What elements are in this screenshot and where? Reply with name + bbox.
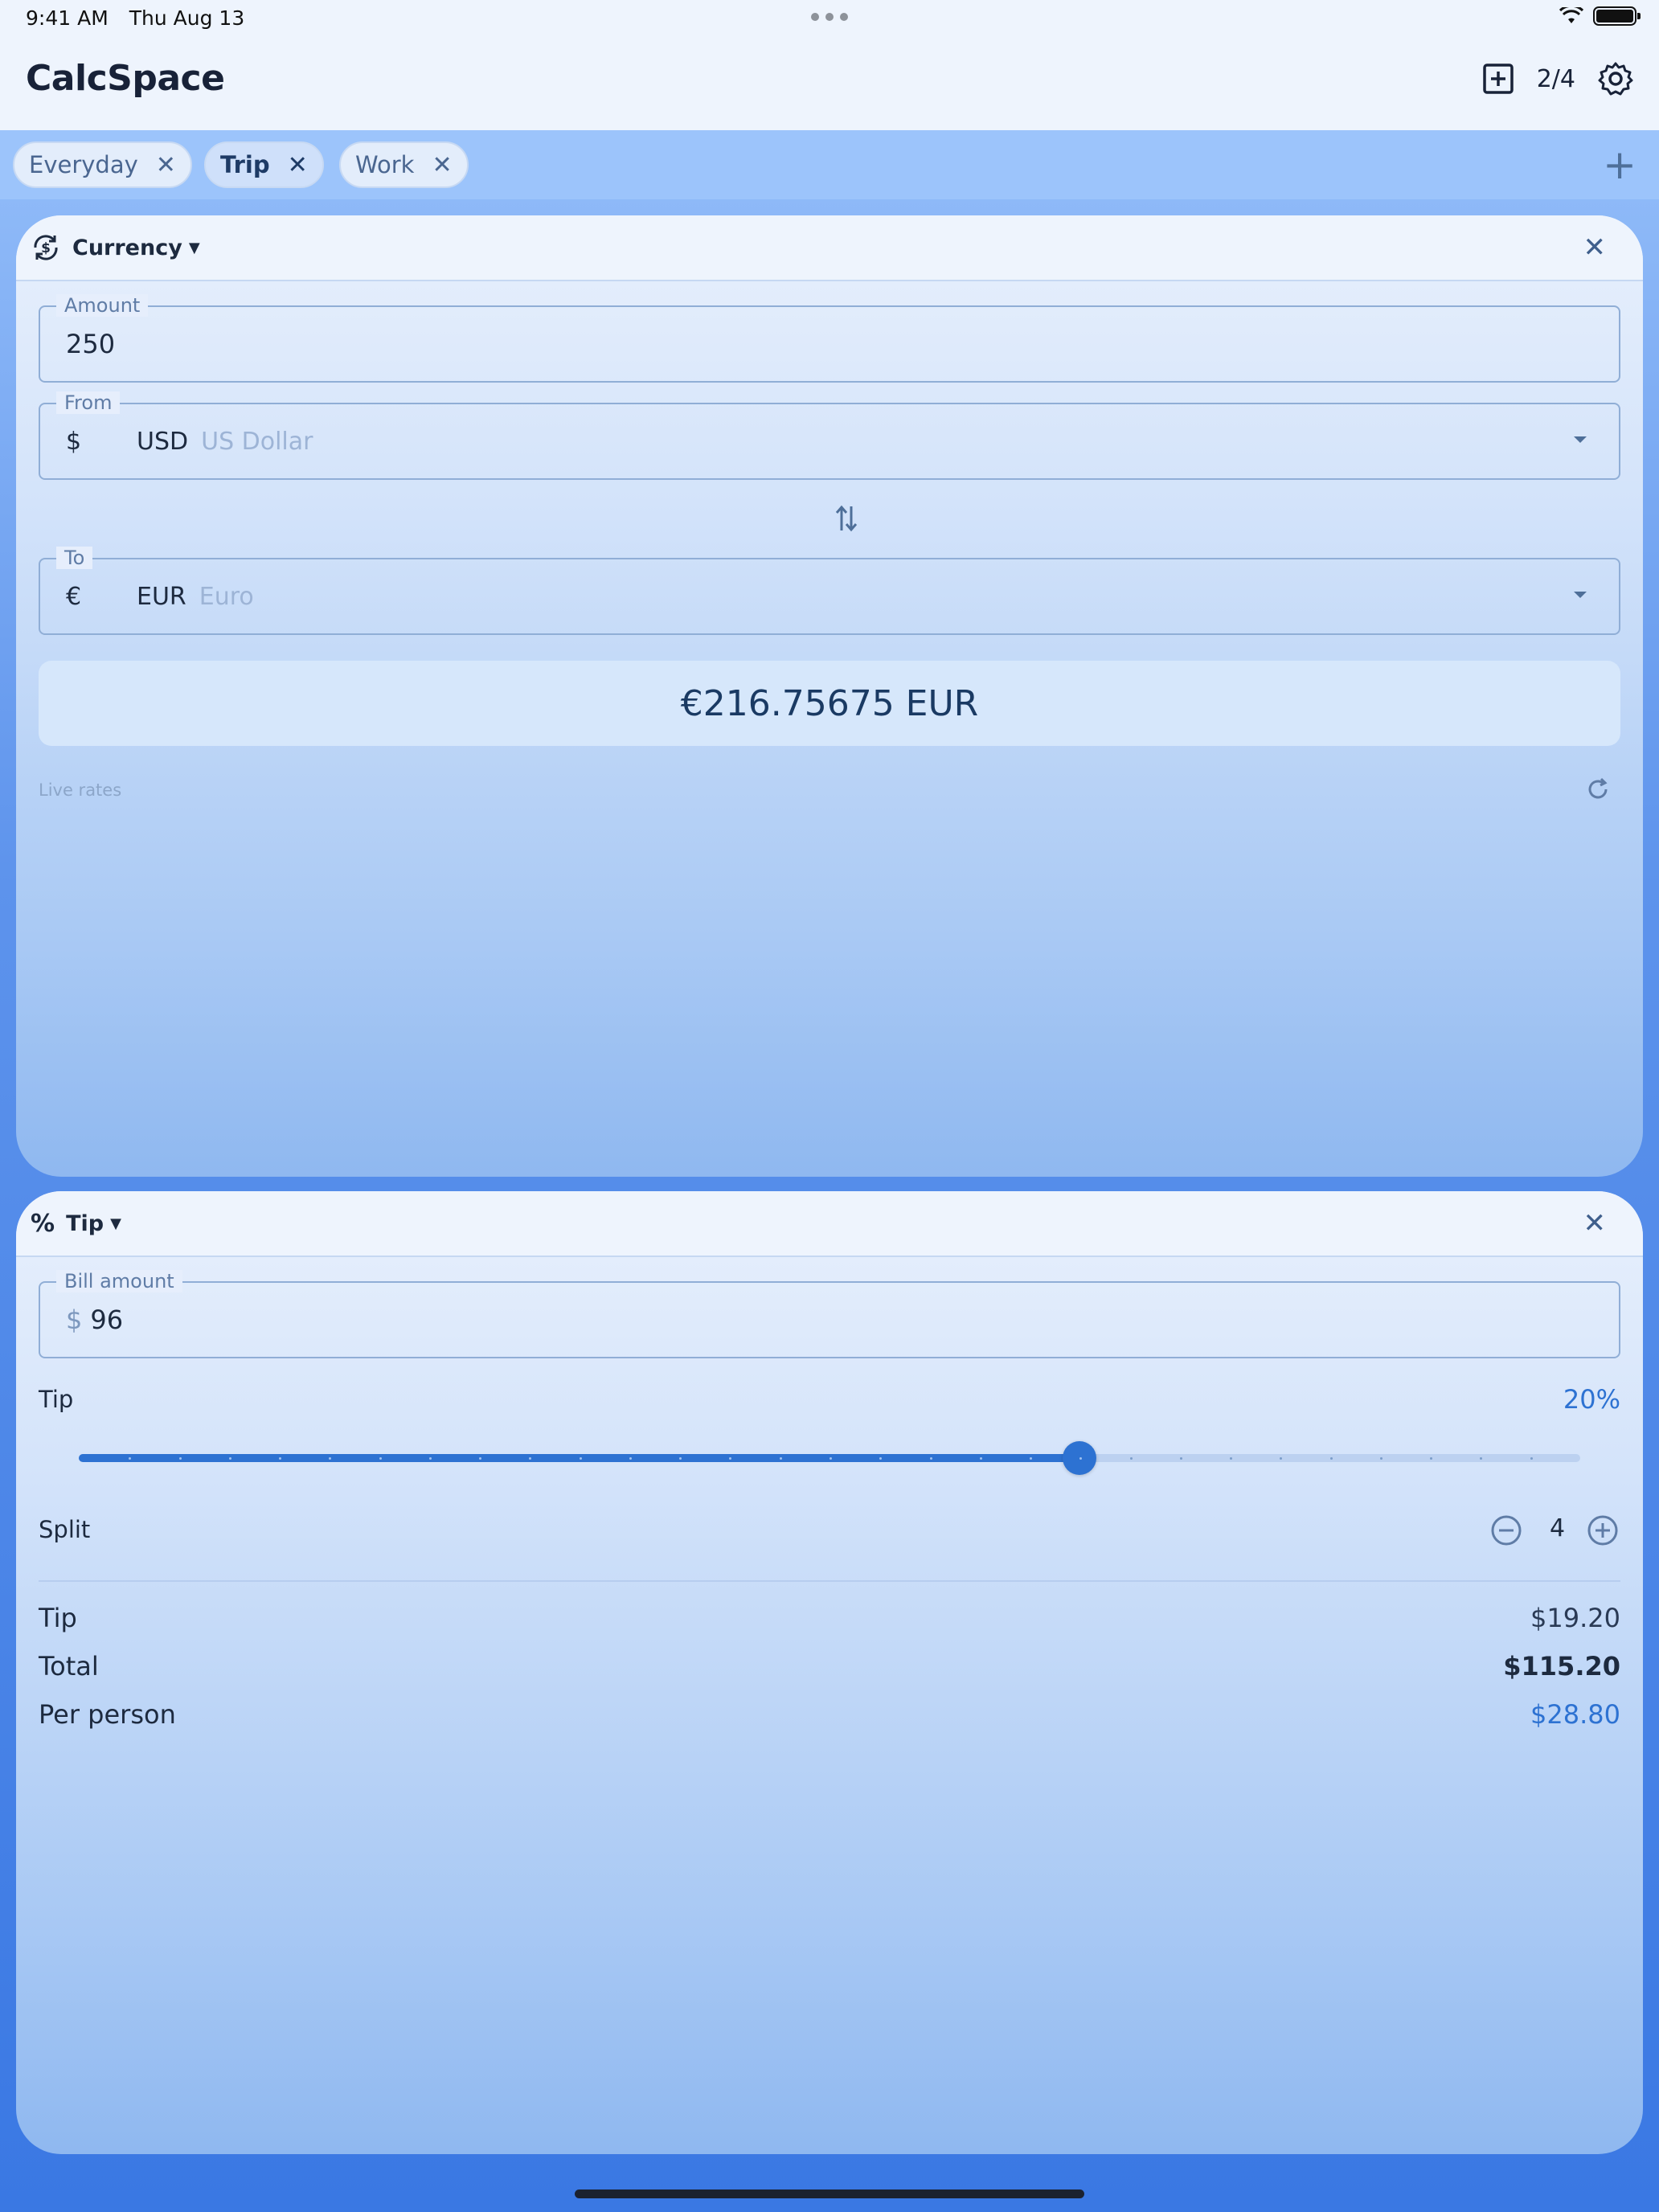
app-title: CalcSpace (26, 58, 225, 99)
wifi-icon (1559, 7, 1583, 23)
percent-icon: % (31, 1209, 55, 1238)
conversion-result: €216.75675 EUR (39, 661, 1620, 746)
divider (39, 1580, 1620, 1582)
slider-tick (379, 1457, 382, 1460)
from-code: USD (137, 427, 189, 456)
to-currency-select[interactable]: To € EUR Euro (39, 547, 1620, 635)
bill-currency-symbol: $ (66, 1305, 83, 1335)
close-tab-icon[interactable]: ✕ (432, 151, 452, 179)
minus-circle-icon[interactable] (1490, 1514, 1522, 1546)
slider-tick (1230, 1457, 1233, 1460)
to-label: To (56, 547, 93, 569)
slider-tick (1329, 1457, 1333, 1460)
slider-tick (1530, 1457, 1533, 1460)
summary-per-person-label: Per person (39, 1699, 176, 1730)
slider-tick (1280, 1457, 1283, 1460)
card-title[interactable]: Tip (66, 1211, 104, 1236)
summary-tip-value: $19.20 (1530, 1603, 1620, 1633)
add-calculator-icon[interactable] (1482, 63, 1514, 95)
amount-label: Amount (56, 294, 149, 317)
to-symbol: € (66, 582, 82, 611)
slider-tick (1480, 1457, 1483, 1460)
summary-tip-label: Tip (39, 1603, 77, 1633)
from-symbol: $ (66, 427, 82, 456)
status-indicators (1559, 6, 1641, 26)
amount-value[interactable]: 250 (66, 329, 115, 359)
status-time: 9:41 AM (26, 6, 109, 30)
close-tab-icon[interactable]: ✕ (156, 151, 176, 179)
home-indicator[interactable] (575, 2189, 1084, 2198)
slider-tick (228, 1457, 231, 1460)
calculator-count: 2/4 (1536, 64, 1575, 93)
tab-trip[interactable]: Trip ✕ (204, 141, 324, 188)
slider-tick (1379, 1457, 1382, 1460)
tab-work[interactable]: Work ✕ (339, 141, 469, 188)
close-card-icon[interactable]: ✕ (1583, 231, 1607, 264)
add-tab-icon[interactable]: + (1603, 145, 1636, 185)
dropdown-arrow-icon[interactable] (1574, 436, 1587, 443)
from-label: From (56, 391, 121, 414)
svg-text:$: $ (41, 240, 51, 256)
split-count: 4 (1550, 1514, 1566, 1542)
card-title[interactable]: Currency (72, 236, 182, 260)
tab-everyday[interactable]: Everyday ✕ (13, 141, 192, 188)
card-header: $ Currency ▼ ✕ (16, 215, 1643, 281)
settings-gear-icon[interactable] (1598, 61, 1633, 96)
battery-icon (1593, 6, 1641, 26)
swap-icon[interactable] (834, 503, 858, 534)
dropdown-arrow-icon[interactable] (1574, 592, 1587, 598)
chevron-down-icon[interactable]: ▼ (110, 1215, 121, 1232)
plus-circle-icon[interactable] (1587, 1514, 1619, 1546)
bill-value[interactable]: 96 (90, 1305, 123, 1335)
bill-amount-field[interactable]: Bill amount $ 96 (39, 1270, 1620, 1358)
close-tab-icon[interactable]: ✕ (288, 151, 308, 179)
refresh-icon[interactable] (1585, 776, 1611, 802)
to-name: Euro (199, 582, 254, 611)
slider-tick (1179, 1457, 1182, 1460)
split-label: Split (39, 1516, 91, 1543)
from-currency-select[interactable]: From $ USD US Dollar (39, 391, 1620, 480)
tab-label: Work (355, 151, 415, 178)
slider-tick (629, 1457, 632, 1460)
top-bar: 9:41 AM Thu Aug 13 CalcSpace 2/4 (0, 0, 1659, 130)
slider-tick (929, 1457, 932, 1460)
tip-percent-value: 20% (1563, 1384, 1620, 1415)
status-bar: 9:41 AM Thu Aug 13 (26, 6, 244, 30)
currency-card: $ Currency ▼ ✕ Amount 250 From $ USD US … (16, 215, 1643, 1177)
slider-tick (779, 1457, 782, 1460)
summary-per-person-value: $28.80 (1530, 1699, 1620, 1730)
live-rates-label: Live rates (39, 780, 122, 800)
bill-label: Bill amount (56, 1270, 182, 1292)
slider-tick (979, 1457, 982, 1460)
slider-tick (1129, 1457, 1133, 1460)
from-name: US Dollar (201, 427, 313, 456)
tab-bar: Everyday ✕ Trip ✕ Work ✕ + (0, 130, 1659, 199)
chevron-down-icon[interactable]: ▼ (189, 240, 200, 256)
currency-exchange-icon: $ (34, 235, 58, 260)
multitasking-dots-icon[interactable] (811, 13, 848, 21)
slider-tick (579, 1457, 582, 1460)
tip-percent-label: Tip (39, 1386, 74, 1413)
slider-tick (1430, 1457, 1433, 1460)
tip-slider[interactable] (79, 1441, 1580, 1475)
tab-label: Trip (220, 151, 270, 178)
card-header: % Tip ▼ ✕ (16, 1191, 1643, 1257)
slider-tick (830, 1457, 832, 1460)
slider-tick (428, 1457, 432, 1460)
close-card-icon[interactable]: ✕ (1583, 1207, 1607, 1239)
status-date: Thu Aug 13 (129, 6, 245, 30)
tip-card: % Tip ▼ ✕ Bill amount $ 96 Tip 20% Split… (16, 1191, 1643, 2154)
to-code: EUR (137, 582, 186, 611)
summary-total-value: $115.20 (1503, 1651, 1620, 1682)
amount-field[interactable]: Amount 250 (39, 294, 1620, 383)
slider-tick (178, 1457, 182, 1460)
tab-label: Everyday (29, 151, 138, 178)
summary-total-label: Total (39, 1651, 99, 1682)
